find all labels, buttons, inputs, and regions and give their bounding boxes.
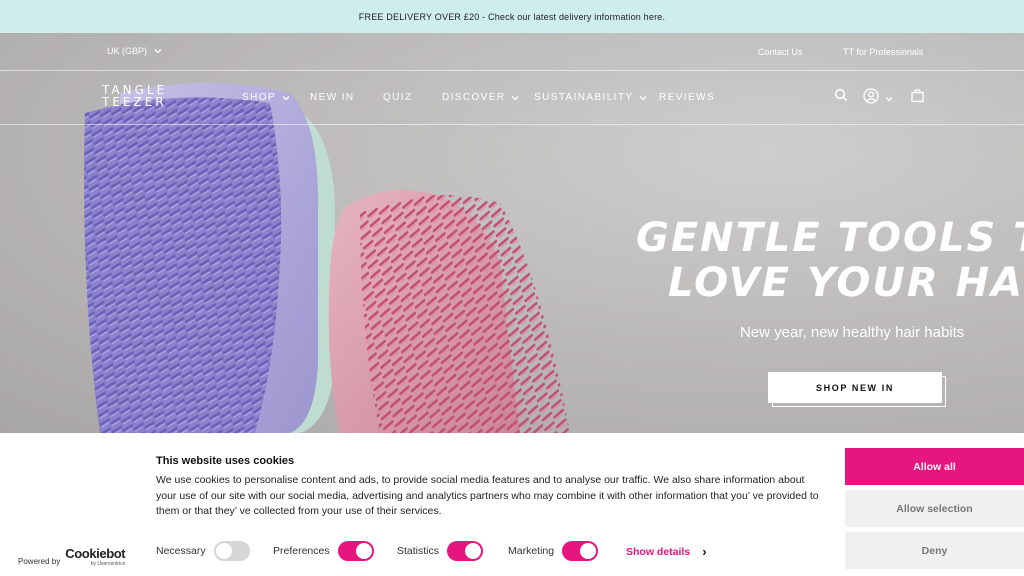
statistics-toggle[interactable]: [447, 541, 484, 561]
chevron-down-icon[interactable]: [884, 91, 894, 109]
chevron-down-icon: [154, 49, 162, 54]
show-details-label: Show details: [626, 545, 691, 558]
nav-item-label: DISCOVER: [442, 92, 506, 103]
deny-button[interactable]: Deny: [845, 532, 1024, 569]
account-icon[interactable]: [863, 88, 879, 109]
shop-new-in-button[interactable]: SHOP NEW IN: [768, 372, 942, 403]
nav-item-reviews[interactable]: REVIEWS: [659, 92, 715, 103]
toggle-necessary: Necessary: [156, 541, 250, 561]
cookie-banner: This website uses cookies We use cookies…: [0, 433, 1024, 576]
chevron-down-icon: [282, 95, 290, 100]
hero-subheading: New year, new healthy hair habits: [740, 324, 965, 341]
hero-heading: GENTLE TOOLS TH LOVE YOUR HAI: [636, 216, 1024, 306]
hero-banner: UK (GBP) Contact Us TT for Professionals…: [0, 33, 1024, 433]
nav-item-label: SHOP: [242, 92, 276, 103]
allow-selection-button[interactable]: Allow selection: [845, 490, 1024, 527]
main-nav: TANGLE TEEZER SHOP NEW IN QUIZ DISCOVER …: [0, 71, 1024, 125]
powered-by-label: Powered by: [18, 557, 61, 566]
search-icon[interactable]: [834, 88, 848, 107]
toggle-knob: [215, 543, 232, 559]
region-label: UK (GBP): [107, 46, 148, 56]
toggle-knob: [580, 543, 597, 559]
utility-bar: UK (GBP) Contact Us TT for Professionals: [0, 33, 1024, 71]
chevron-down-icon: [639, 95, 647, 100]
toggle-label: Marketing: [508, 545, 555, 557]
hero-heading-line-2: LOVE YOUR HAI: [668, 260, 1024, 306]
promo-bar[interactable]: FREE DELIVERY OVER £20 - Check our lates…: [0, 0, 1024, 33]
nav-item-shop[interactable]: SHOP: [242, 92, 291, 103]
promo-text[interactable]: FREE DELIVERY OVER £20 - Check our lates…: [359, 12, 665, 22]
logo-line-2: TEEZER: [102, 95, 167, 109]
cookiebot-brand: Cookiebot by Usercentrics: [65, 546, 126, 569]
bag-icon[interactable]: [910, 88, 925, 108]
allow-all-button[interactable]: Allow all: [845, 448, 1024, 485]
cookie-body: We use cookies to personalise content an…: [156, 474, 819, 517]
toggle-marketing: Marketing: [508, 541, 599, 561]
cookiebot-logo[interactable]: Powered by Cookiebot by Usercentrics: [18, 546, 126, 569]
nav-item-label: NEW IN: [310, 92, 355, 103]
nav-item-discover[interactable]: DISCOVER: [442, 92, 520, 103]
nav-item-label: SUSTAINABILITY: [534, 92, 634, 103]
toggle-label: Preferences: [273, 545, 330, 557]
cookiebot-brand-sub: by Usercentrics: [90, 561, 126, 567]
chevron-right-icon: ›: [702, 544, 707, 559]
nav-item-quiz[interactable]: QUIZ: [383, 92, 413, 103]
nav-item-label: QUIZ: [383, 92, 413, 103]
show-details-link[interactable]: Show details ›: [626, 544, 707, 559]
cookiebot-brand-name: Cookiebot: [65, 546, 126, 561]
nav-item-sustainability[interactable]: SUSTAINABILITY: [534, 92, 648, 103]
cookie-title: This website uses cookies: [156, 455, 295, 467]
toggle-label: Necessary: [156, 545, 206, 557]
preferences-toggle[interactable]: [337, 541, 374, 561]
necessary-toggle: [213, 541, 250, 561]
shop-new-in-cta-wrap: SHOP NEW IN: [768, 372, 948, 407]
toggle-knob: [465, 543, 482, 559]
chevron-down-icon: [511, 95, 519, 100]
marketing-toggle[interactable]: [562, 541, 599, 561]
toggle-label: Statistics: [397, 545, 440, 557]
toggle-knob: [355, 543, 372, 559]
nav-item-new-in[interactable]: NEW IN: [310, 92, 355, 103]
logo[interactable]: TANGLE TEEZER: [102, 84, 202, 110]
nav-item-label: REVIEWS: [659, 92, 715, 103]
professionals-link[interactable]: TT for Professionals: [843, 47, 923, 57]
toggle-preferences: Preferences: [273, 541, 374, 561]
region-selector[interactable]: UK (GBP): [107, 46, 163, 56]
toggle-statistics: Statistics: [397, 541, 484, 561]
contact-us-link[interactable]: Contact Us: [758, 47, 803, 57]
hero-heading-line-1: GENTLE TOOLS TH: [636, 215, 1024, 261]
